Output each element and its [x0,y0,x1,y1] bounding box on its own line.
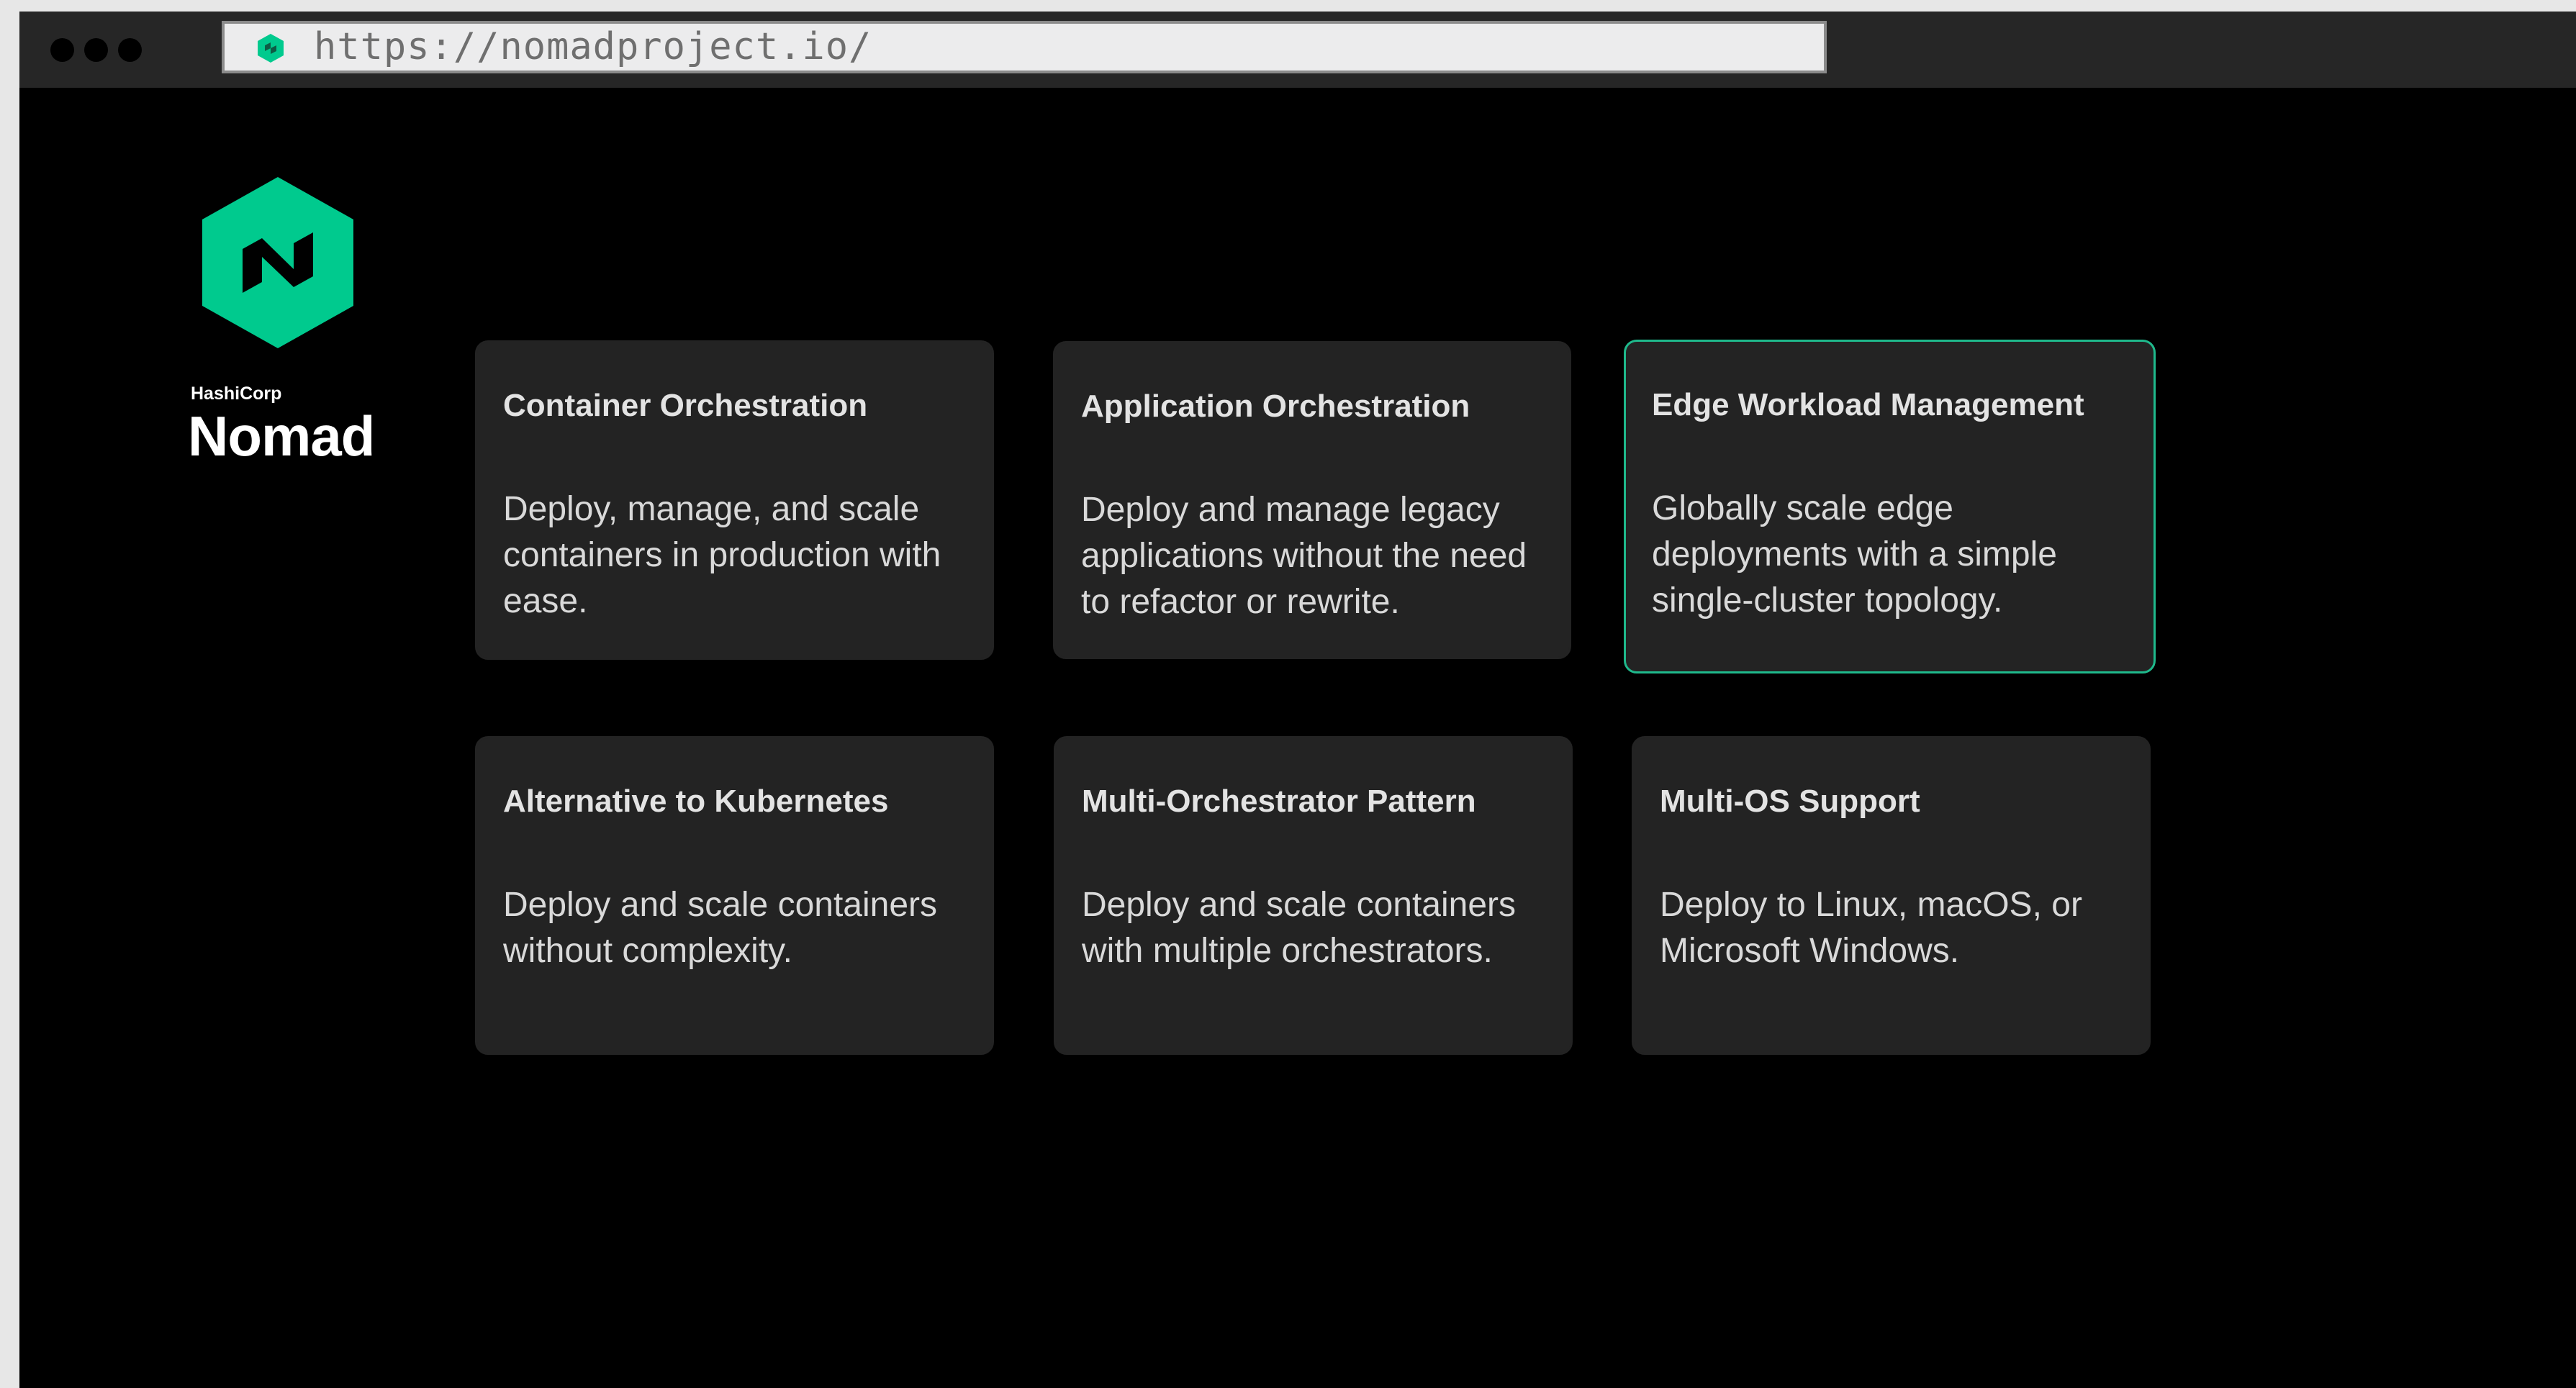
card-multi-orchestrator-pattern[interactable]: Multi-Orchestrator Pattern Deploy and sc… [1054,736,1573,1055]
card-title: Alternative to Kubernetes [503,784,889,819]
card-description: Globally scale edge deployments with a s… [1652,489,2057,620]
card-title: Container Orchestration [503,388,868,423]
card-edge-workload-management[interactable]: Edge Workload Management Globally scale … [1624,340,2156,673]
browser-titlebar: https://nomadproject.io/ [19,12,2576,88]
logo-product-name: Nomad [188,404,375,468]
card-title: Multi-Orchestrator Pattern [1082,784,1476,819]
card-description: Deploy and scale containers without comp… [503,886,938,970]
maximize-window-button[interactable] [118,38,142,62]
browser-window: https://nomadproject.io/ HashiCorp Nomad… [19,12,2576,1388]
card-description: Deploy to Linux, macOS, or Microsoft Win… [1660,886,2082,970]
site-favicon-icon [258,34,284,63]
card-alternative-to-kubernetes[interactable]: Alternative to Kubernetes Deploy and sca… [475,736,994,1055]
card-description: Deploy and manage legacy applications wi… [1081,491,1527,621]
url-text: https://nomadproject.io/ [314,25,872,68]
address-bar[interactable]: https://nomadproject.io/ [222,21,1827,73]
card-container-orchestration[interactable]: Container Orchestration Deploy, manage, … [475,340,994,660]
card-title: Application Orchestration [1081,389,1470,424]
close-window-button[interactable] [50,38,74,62]
card-title: Multi-OS Support [1660,784,1920,819]
card-application-orchestration[interactable]: Application Orchestration Deploy and man… [1053,341,1571,659]
nomad-logo[interactable]: HashiCorp Nomad [165,177,395,479]
minimize-window-button[interactable] [84,38,108,62]
card-description: Deploy and scale containers with multipl… [1082,886,1517,970]
nomad-hexagon-logo-icon [202,177,353,348]
card-multi-os-support[interactable]: Multi-OS Support Deploy to Linux, macOS,… [1632,736,2151,1055]
card-title: Edge Workload Management [1652,387,2084,422]
card-description: Deploy, manage, and scale containers in … [503,490,941,620]
